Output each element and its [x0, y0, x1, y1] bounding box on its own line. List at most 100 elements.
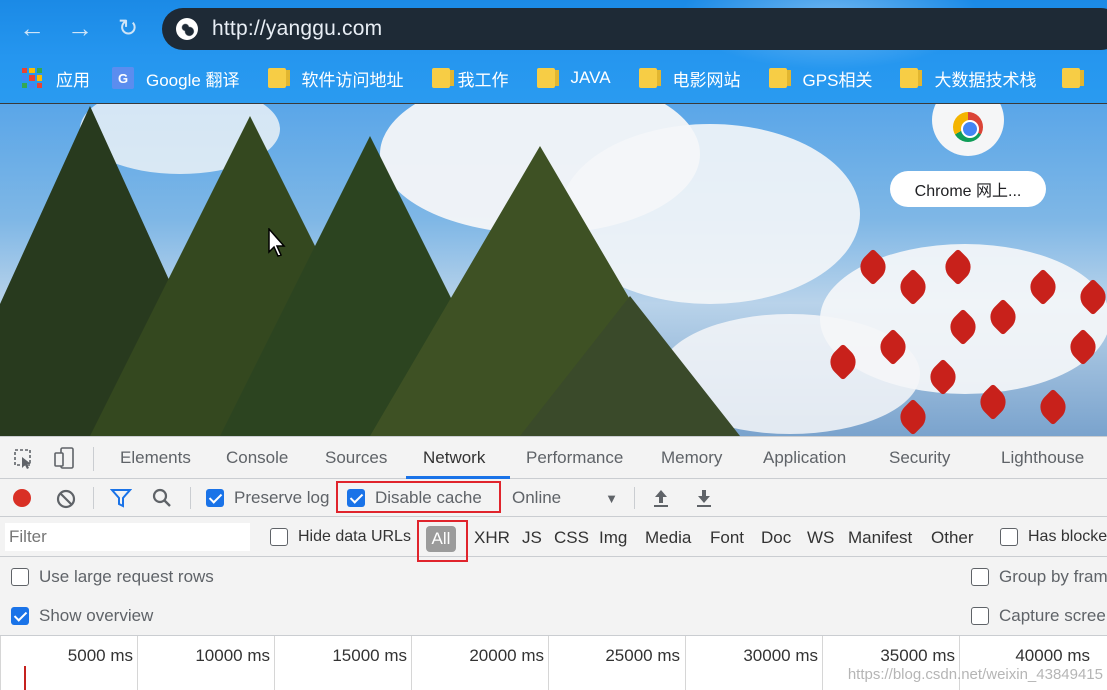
folder-icon — [900, 68, 923, 88]
folder-icon — [536, 68, 559, 88]
tab-lighthouse[interactable]: Lighthouse — [1001, 437, 1084, 479]
filter-type-doc[interactable]: Doc — [761, 517, 791, 557]
filter-type-media[interactable]: Media — [645, 517, 691, 557]
export-har-button[interactable] — [693, 487, 715, 509]
globe-icon — [176, 18, 198, 40]
clear-button[interactable] — [55, 488, 77, 510]
filter-input[interactable] — [5, 523, 250, 551]
group-by-frame-label: Group by fram — [999, 566, 1107, 586]
bookmark-label: GPS相关 — [802, 70, 873, 90]
filter-funnel-icon — [110, 489, 132, 508]
preserve-log-label: Preserve log — [234, 488, 330, 507]
devtools-panel: Elements Console Sources Network Perform… — [0, 436, 1107, 690]
tab-security[interactable]: Security — [889, 437, 950, 479]
bookmark-folder-java[interactable]: JAVA — [536, 68, 611, 88]
apps-grid-icon — [22, 68, 42, 88]
timeline-tick-label: 10000 ms — [195, 646, 270, 665]
has-blocked-cookies-checkbox[interactable]: Has blocke — [1000, 517, 1107, 557]
bookmark-label: 大数据技术栈 — [934, 70, 1037, 90]
load-event-marker — [24, 666, 26, 690]
use-large-rows-label: Use large request rows — [39, 566, 214, 586]
url-text[interactable]: http://yanggu.com — [212, 17, 382, 41]
search-button[interactable] — [151, 487, 173, 509]
address-bar[interactable]: http://yanggu.com — [162, 8, 1107, 50]
devtools-tab-bar: Elements Console Sources Network Perform… — [0, 437, 1107, 479]
options-row-2: Show overview Capture scree — [0, 596, 1107, 635]
bookmark-folder-software[interactable]: 软件访问地址 — [267, 66, 404, 91]
tab-performance[interactable]: Performance — [526, 437, 623, 479]
highlight-box-disable-cache — [336, 481, 501, 513]
checkbox-unchecked-icon — [971, 567, 989, 586]
filter-type-font[interactable]: Font — [710, 517, 744, 557]
capture-screenshots-checkbox[interactable]: Capture scree — [971, 596, 1106, 635]
timeline-tick-label: 40000 ms — [1015, 646, 1090, 665]
folder-icon — [638, 68, 661, 88]
device-toolbar-icon[interactable] — [52, 446, 76, 470]
timeline-tick-label: 25000 ms — [605, 646, 680, 665]
options-row-1: Use large request rows Group by fram — [0, 557, 1107, 596]
highlight-box-all-filter — [417, 520, 468, 562]
chrome-web-store-label[interactable]: Chrome 网上... — [890, 171, 1046, 207]
download-icon — [697, 490, 711, 507]
chrome-logo-icon — [953, 112, 983, 142]
reload-icon[interactable]: ↻ — [110, 10, 146, 46]
tab-console[interactable]: Console — [226, 437, 288, 479]
filter-toggle-button[interactable] — [109, 487, 133, 509]
filter-type-js[interactable]: JS — [522, 517, 542, 557]
checkbox-unchecked-icon — [270, 528, 288, 546]
filter-type-ws[interactable]: WS — [807, 517, 834, 557]
filter-type-xhr[interactable]: XHR — [474, 517, 510, 557]
use-large-rows-checkbox[interactable]: Use large request rows — [11, 557, 214, 596]
timeline-tick-label: 30000 ms — [743, 646, 818, 665]
bookmark-folder-overflow[interactable] — [1062, 68, 1096, 88]
filter-type-css[interactable]: CSS — [554, 517, 589, 557]
bookmark-folder-gps[interactable]: GPS相关 — [768, 66, 873, 91]
import-har-button[interactable] — [650, 487, 672, 509]
timeline-tick-label: 5000 ms — [67, 646, 133, 665]
bookmark-apps[interactable]: 应用 — [22, 66, 90, 91]
bookmark-folder-work[interactable]: 我工作 — [431, 66, 509, 91]
hide-data-urls-checkbox[interactable]: Hide data URLs — [270, 517, 411, 557]
upload-icon — [654, 490, 668, 507]
clear-icon — [56, 489, 76, 509]
has-blocked-label: Has blocke — [1028, 528, 1107, 545]
preserve-log-checkbox[interactable]: Preserve log — [206, 479, 329, 517]
timeline-tick-label: 15000 ms — [332, 646, 407, 665]
bookmark-label: Google 翻译 — [146, 70, 240, 90]
filter-type-manifest[interactable]: Manifest — [848, 517, 912, 557]
checkbox-unchecked-icon — [971, 606, 989, 625]
tab-network[interactable]: Network — [423, 437, 485, 479]
inspect-element-icon[interactable] — [12, 447, 36, 471]
filter-type-other[interactable]: Other — [931, 517, 974, 557]
watermark-text: https://blog.csdn.net/weixin_43849415 — [847, 666, 1103, 683]
group-by-frame-checkbox[interactable]: Group by fram — [971, 557, 1107, 596]
record-button[interactable] — [12, 488, 32, 508]
network-toolbar: Preserve log Disable cache Online ▼ — [0, 479, 1107, 517]
folder-icon — [768, 68, 791, 88]
folder-icon — [431, 68, 454, 88]
hide-data-urls-label: Hide data URLs — [298, 528, 411, 545]
tab-application[interactable]: Application — [763, 437, 846, 479]
bookmark-google-translate[interactable]: G Google 翻译 — [112, 66, 240, 91]
tab-memory[interactable]: Memory — [661, 437, 722, 479]
bookmark-label: 软件访问地址 — [301, 70, 404, 90]
back-arrow-icon[interactable]: ← — [14, 10, 50, 46]
show-overview-label: Show overview — [39, 605, 154, 625]
bookmark-folder-bigdata[interactable]: 大数据技术栈 — [900, 66, 1036, 91]
tab-elements[interactable]: Elements — [120, 437, 191, 479]
filter-bar: Hide data URLs All XHR JS CSS Img Media … — [0, 517, 1107, 562]
checkbox-checked-icon — [206, 489, 224, 507]
tab-sources[interactable]: Sources — [325, 437, 387, 479]
filter-type-img[interactable]: Img — [599, 517, 627, 557]
throttling-select[interactable]: Online ▼ — [512, 479, 618, 517]
record-icon — [13, 489, 31, 507]
capture-screenshots-label: Capture scree — [999, 605, 1106, 625]
network-overview-timeline[interactable]: 5000 ms 10000 ms 15000 ms 20000 ms 25000… — [0, 635, 1107, 690]
checkbox-unchecked-icon — [11, 567, 29, 586]
bookmark-folder-movies[interactable]: 电影网站 — [638, 66, 741, 91]
folder-icon — [1062, 68, 1085, 88]
show-overview-checkbox[interactable]: Show overview — [11, 596, 153, 635]
forward-arrow-icon[interactable]: → — [62, 10, 98, 46]
chrome-web-store-shortcut[interactable] — [932, 104, 1004, 156]
google-translate-icon: G — [112, 67, 134, 89]
